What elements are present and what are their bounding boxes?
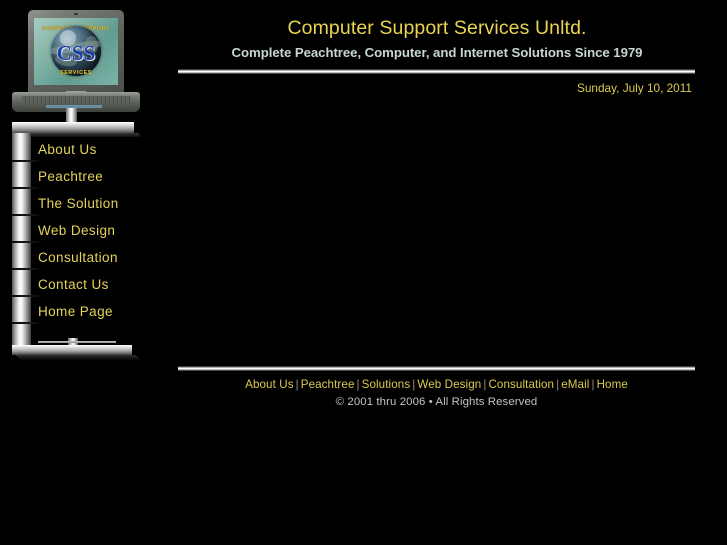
footer-separator: | [591, 378, 595, 391]
footer-nav: About Us | Peachtree | Solutions | Web Design |… [178, 378, 695, 391]
footer-link-web-design[interactable]: Web Design [417, 378, 481, 391]
metal-base-shadow [15, 355, 141, 360]
laptop-lid-icon: COMPUTER SUPPORT CSS SERVICES [28, 10, 124, 94]
current-date: Sunday, July 10, 2011 [577, 81, 692, 95]
site-footer: About Us | Peachtree | Solutions | Web Design |… [178, 378, 695, 408]
footer-link-about-us[interactable]: About Us [245, 378, 294, 391]
copyright-notice: © 2001 thru 2006 • All Rights Reserved [335, 396, 538, 408]
sidebar-item-web-design[interactable]: Web Design [0, 217, 160, 244]
sidebar-item-the-solution[interactable]: The Solution [0, 190, 160, 217]
footer-link-peachtree[interactable]: Peachtree [301, 378, 355, 391]
header-divider [178, 69, 695, 74]
laptop-screen: COMPUTER SUPPORT CSS SERVICES [34, 18, 118, 85]
page-root: COMPUTER SUPPORT CSS SERVICES About Us P… [0, 0, 727, 545]
metal-neck-connector [66, 108, 77, 123]
page-title: Computer Support Services Unltd. [287, 17, 587, 39]
site-tagline: Complete Peachtree, Computer, and Intern… [231, 45, 643, 60]
logo-arc-bottom-text: SERVICES [60, 70, 92, 76]
sidebar-item-about-us[interactable]: About Us [0, 136, 160, 163]
footer-link-consultation[interactable]: Consultation [488, 378, 554, 391]
site-logo[interactable]: COMPUTER SUPPORT CSS SERVICES [4, 6, 144, 124]
footer-link-email[interactable]: eMail [561, 378, 589, 391]
footer-divider [178, 366, 695, 371]
metal-top-bar [12, 122, 134, 133]
sidebar-nav: About Us Peachtree The Solution Web Desi… [0, 136, 160, 325]
site-header: Computer Support Services Unltd. Complet… [178, 0, 696, 60]
sidebar-item-contact-us[interactable]: Contact Us [0, 271, 160, 298]
sidebar-item-consultation[interactable]: Consultation [0, 244, 160, 271]
footer-separator: | [356, 378, 360, 391]
logo-monogram: CSS [56, 40, 96, 65]
footer-link-solutions[interactable]: Solutions [362, 378, 411, 391]
footer-separator: | [295, 378, 299, 391]
footer-link-home[interactable]: Home [597, 378, 628, 391]
metal-base-highlight [38, 341, 116, 343]
sidebar-item-home-page[interactable]: Home Page [0, 298, 160, 325]
metal-base-bar [12, 345, 132, 355]
sidebar-item-peachtree[interactable]: Peachtree [0, 163, 160, 190]
laptop-keyboard [22, 96, 130, 104]
laptop-camera-dot [74, 13, 78, 15]
